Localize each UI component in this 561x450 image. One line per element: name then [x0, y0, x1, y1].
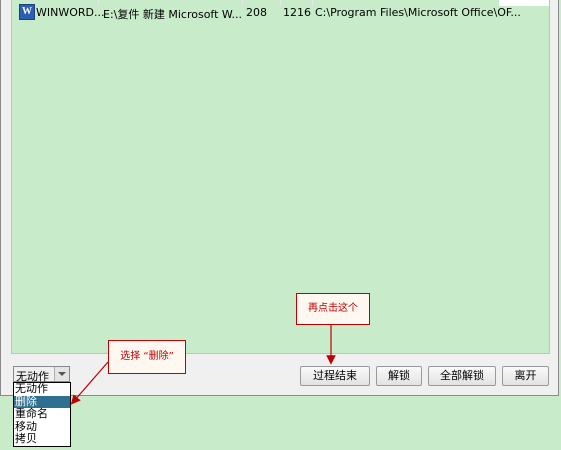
- option-rename[interactable]: 重命名: [14, 407, 70, 421]
- locked-file: E:\复件 新建 Microsoft W...: [103, 8, 243, 21]
- handle-value: 1216: [283, 6, 311, 19]
- unlock-button[interactable]: 解锁: [376, 366, 422, 386]
- unlock-all-button[interactable]: 全部解锁: [428, 366, 496, 386]
- leave-button[interactable]: 离开: [502, 366, 549, 386]
- end-process-button[interactable]: 过程结束: [300, 366, 370, 386]
- annotation-select-delete: 选择 “删除”: [108, 340, 186, 374]
- annotation-click-this: 再点击这个: [296, 293, 370, 325]
- process-id: 208: [246, 6, 267, 19]
- chevron-down-icon[interactable]: [54, 367, 69, 381]
- option-copy[interactable]: 拷贝: [14, 432, 70, 446]
- unlocker-window: W WINWORD... E:\复件 新建 Microsoft W... 208…: [0, 0, 559, 396]
- word-doc-icon: W: [19, 4, 35, 20]
- table-row[interactable]: W WINWORD... E:\复件 新建 Microsoft W... 208…: [12, 0, 549, 24]
- action-dropdown-list[interactable]: 无动作 删除 重命名 移动 拷贝: [13, 382, 71, 447]
- option-no-action[interactable]: 无动作: [14, 382, 70, 396]
- process-list[interactable]: W WINWORD... E:\复件 新建 Microsoft W... 208…: [11, 0, 550, 354]
- process-name: WINWORD...: [36, 6, 105, 19]
- action-select[interactable]: 无动作: [13, 366, 70, 383]
- process-path: C:\Program Files\Microsoft Office\OF...: [315, 6, 521, 19]
